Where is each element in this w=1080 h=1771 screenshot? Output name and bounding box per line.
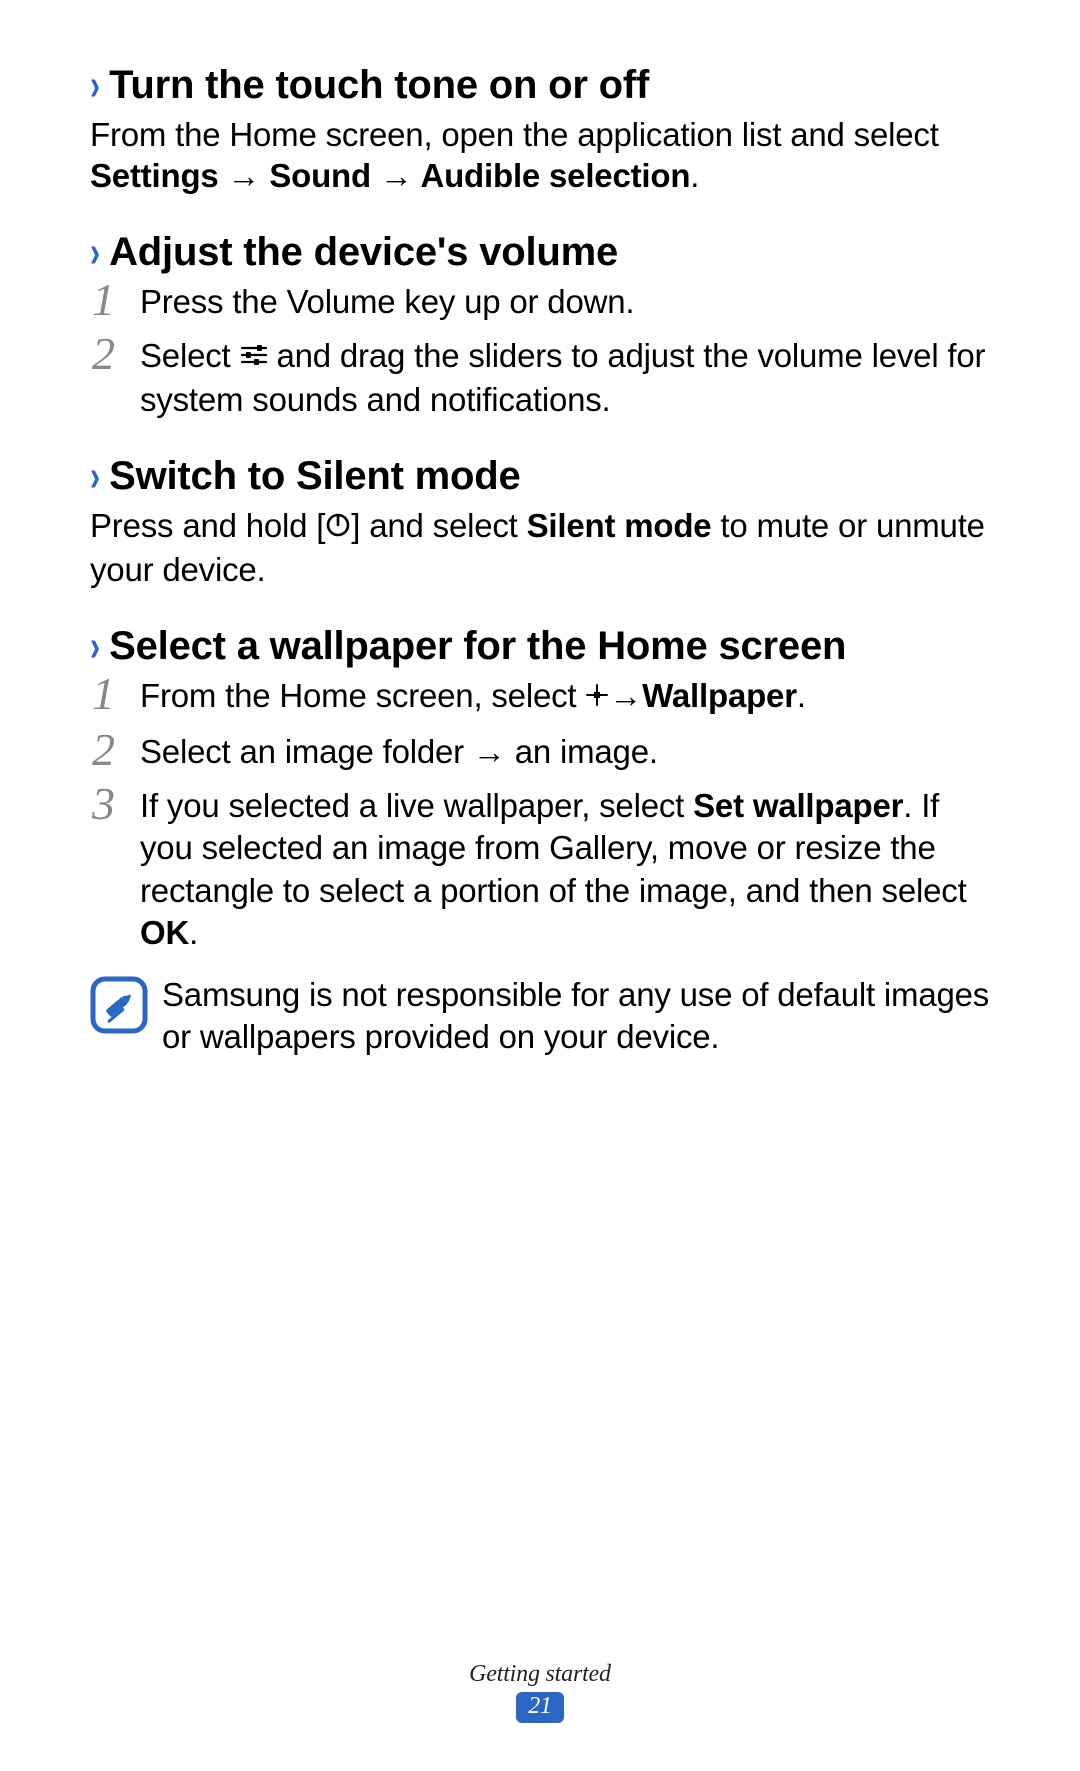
step-text: If you selected a live wallpaper, select — [140, 787, 693, 824]
text: . — [797, 677, 806, 714]
heading-wallpaper: › Select a wallpaper for the Home screen — [90, 621, 990, 671]
heading-text: Switch to Silent mode — [109, 451, 520, 501]
step-text: Select an image folder → an image. — [140, 733, 658, 770]
ok-label: OK — [140, 914, 189, 951]
step-text: From the Home screen, select — [140, 677, 585, 714]
heading-touch-tone: › Turn the touch tone on or off — [90, 60, 990, 110]
text: Press and hold [ — [90, 507, 325, 544]
plus-icon — [585, 675, 609, 717]
step-item: Select an image folder → an image. — [90, 731, 990, 773]
chevron-icon: › — [90, 58, 100, 113]
text: . — [189, 914, 198, 951]
step-text: Select — [140, 337, 240, 374]
chevron-icon: › — [90, 449, 100, 504]
heading-text: Turn the touch tone on or off — [109, 60, 649, 110]
note-block: Samsung is not responsible for any use o… — [90, 974, 990, 1058]
heading-silent-mode: › Switch to Silent mode — [90, 451, 990, 501]
footer-section-name: Getting started — [0, 1661, 1080, 1688]
wallpaper-steps: From the Home screen, select → Wallpaper… — [90, 675, 990, 955]
sliders-icon — [240, 335, 268, 377]
step-item: If you selected a live wallpaper, select… — [90, 785, 990, 954]
power-icon — [325, 506, 351, 547]
heading-text: Select a wallpaper for the Home screen — [109, 621, 846, 671]
touch-tone-body: From the Home screen, open the applicati… — [90, 114, 990, 197]
note-pencil-icon — [90, 976, 148, 1034]
set-wallpaper-label: Set wallpaper — [693, 787, 903, 824]
step-item: Select and drag the sliders to adjust th… — [90, 335, 990, 422]
wallpaper-label: Wallpaper — [642, 677, 797, 714]
volume-steps: Press the Volume key up or down. Select — [90, 281, 990, 422]
page-footer: Getting started 21 — [0, 1661, 1080, 1723]
manual-page: › Turn the touch tone on or off From the… — [0, 0, 1080, 1771]
arrow: → — [609, 675, 642, 717]
heading-text: Adjust the device's volume — [109, 227, 618, 277]
text: From the Home screen, open the applicati… — [90, 116, 939, 153]
step-text: Press the Volume key up or down. — [140, 283, 634, 320]
text: . — [690, 157, 699, 194]
step-item: Press the Volume key up or down. — [90, 281, 990, 323]
note-text: Samsung is not responsible for any use o… — [162, 974, 990, 1058]
text: ] and select — [351, 507, 526, 544]
silent-mode-body: Press and hold [ ] and select Silent mod… — [90, 505, 990, 590]
heading-adjust-volume: › Adjust the device's volume — [90, 227, 990, 277]
settings-path: Settings → Sound → Audible selection — [90, 157, 690, 194]
silent-mode-label: Silent mode — [527, 507, 712, 544]
step-item: From the Home screen, select → Wallpaper… — [90, 675, 990, 719]
page-number-badge: 21 — [516, 1692, 564, 1723]
